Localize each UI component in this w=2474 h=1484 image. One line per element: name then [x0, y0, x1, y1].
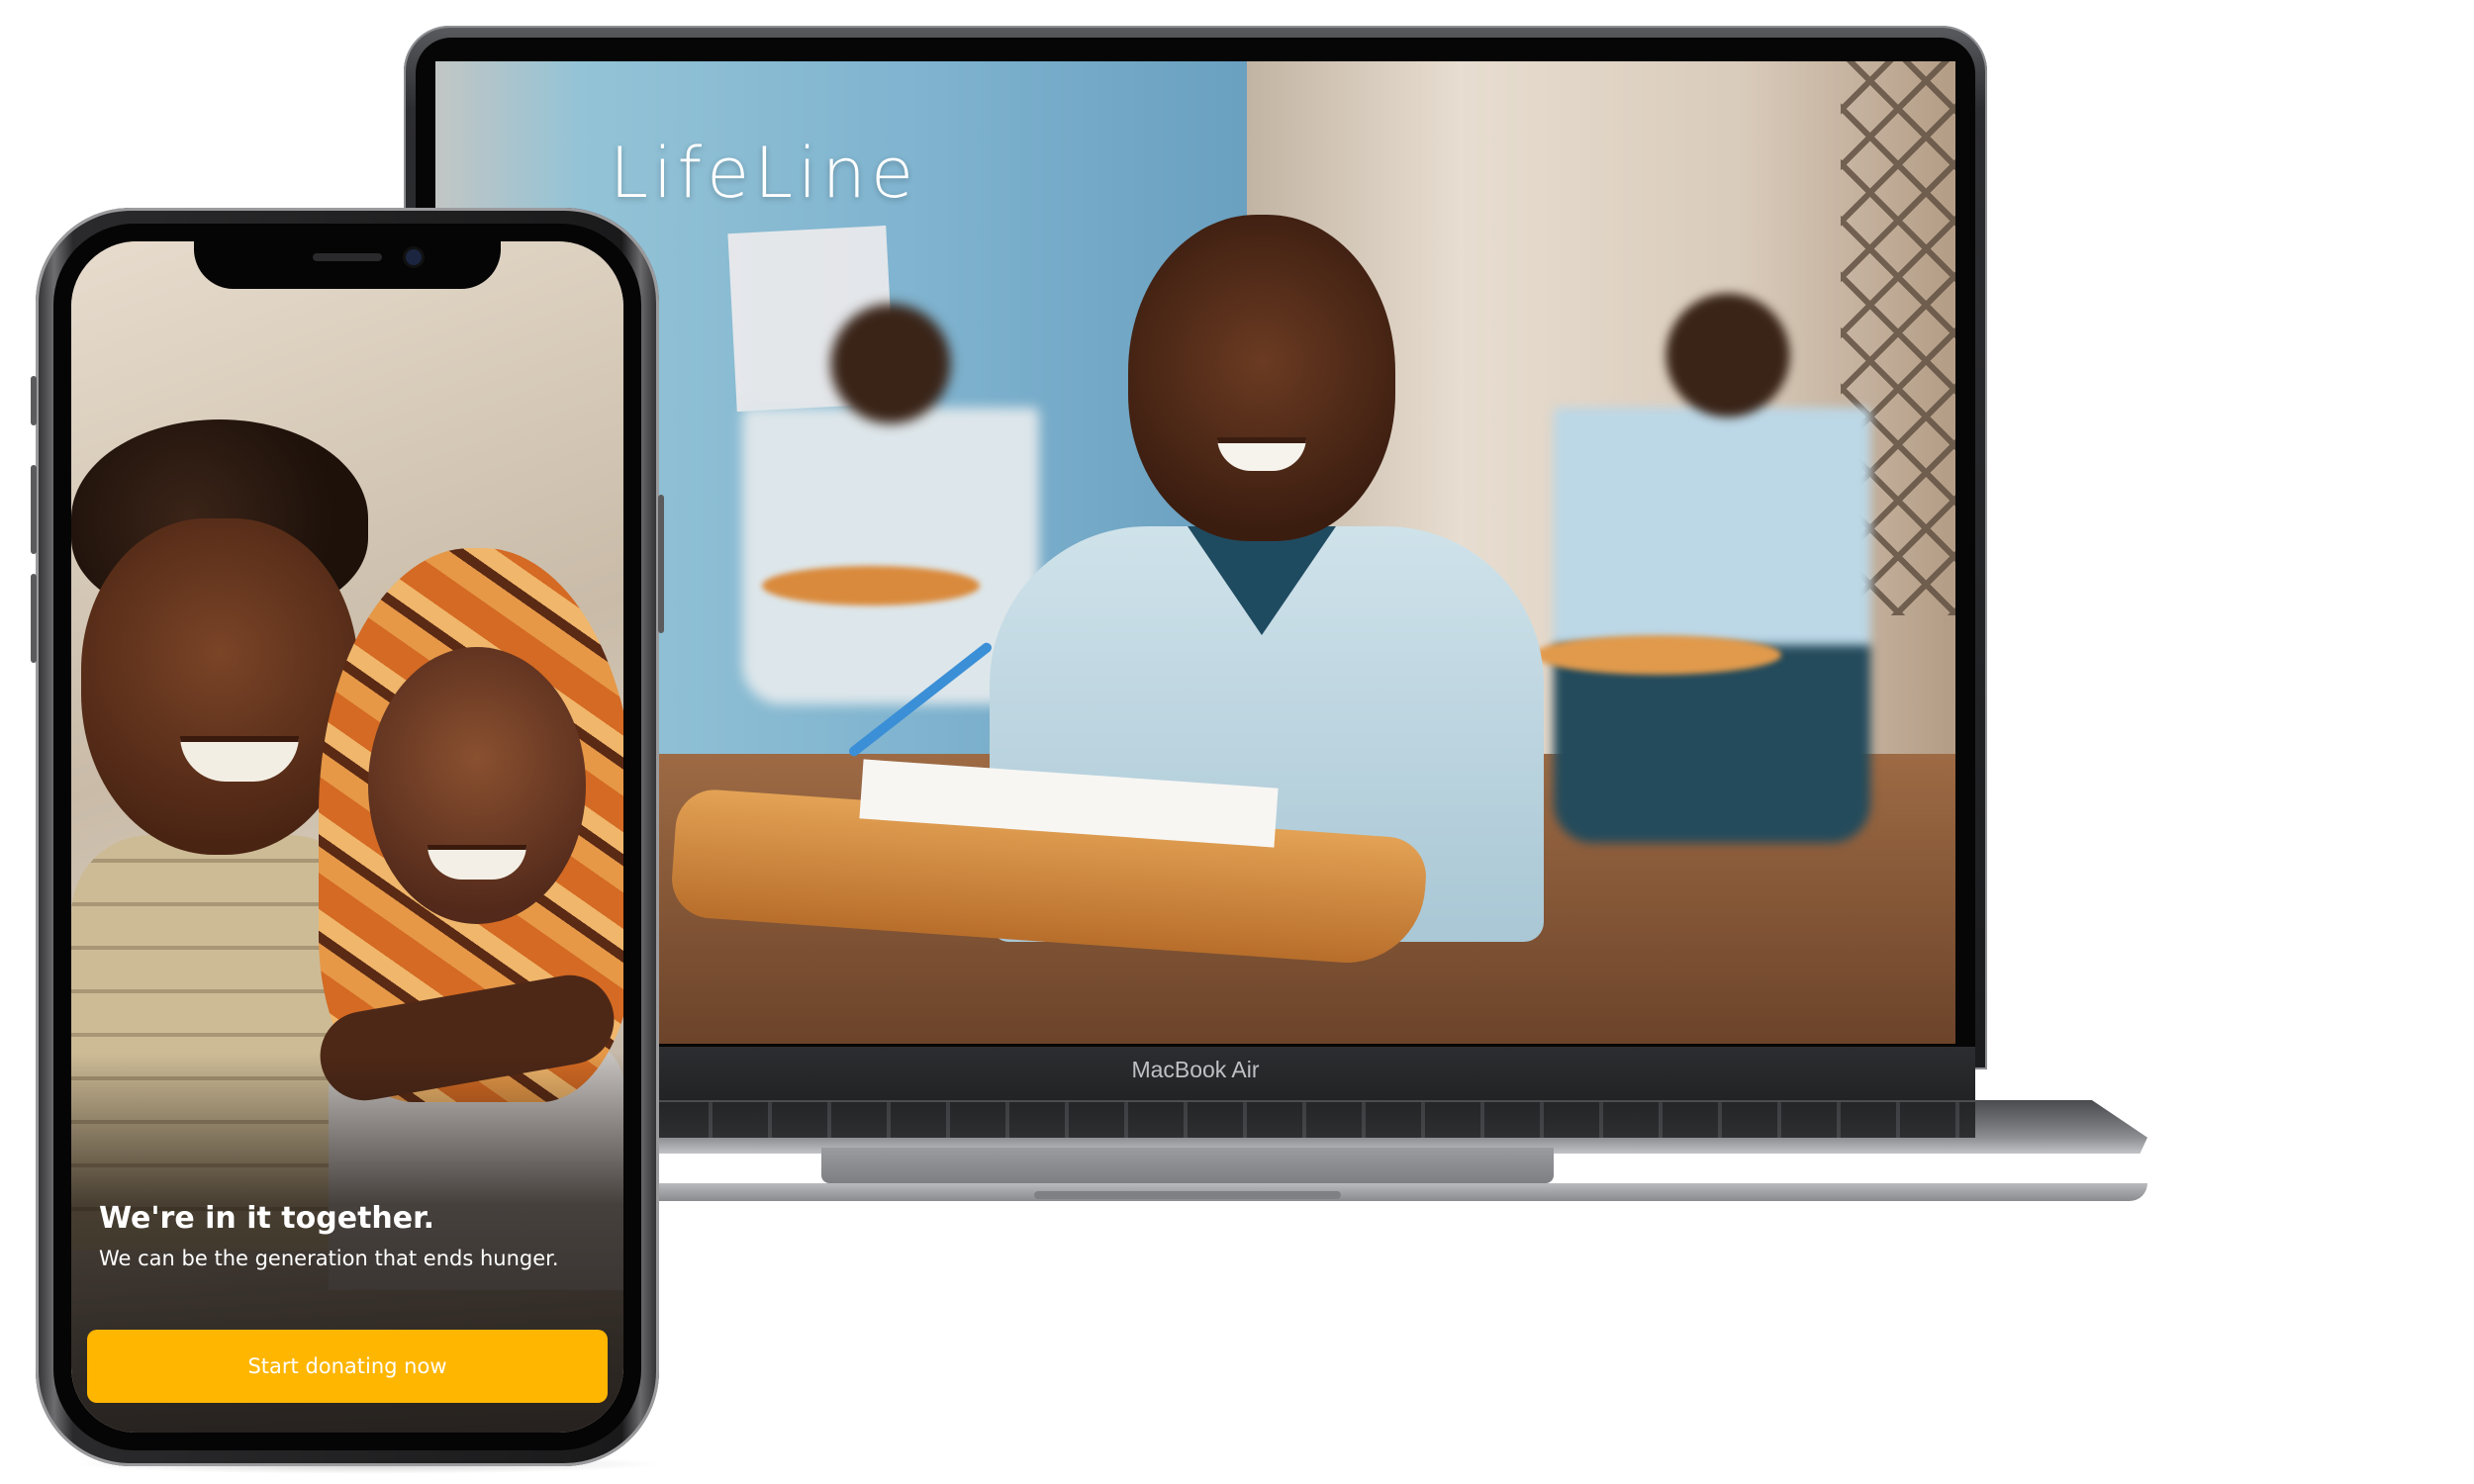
- phone-volume-up-button: [31, 465, 37, 554]
- phone-screen: We're in it together. We can be the gene…: [71, 241, 623, 1433]
- camera-icon: [406, 249, 422, 265]
- hero-headline: We're in it together.: [99, 1201, 435, 1236]
- brand-logo[interactable]: LifeLine: [610, 133, 918, 214]
- phone-power-button: [658, 495, 664, 633]
- start-donating-button[interactable]: Start donating now: [87, 1330, 608, 1403]
- phone-notch: [194, 241, 501, 289]
- hero-subtext: We can be the generation that ends hunge…: [99, 1247, 559, 1270]
- speaker-icon: [313, 253, 382, 261]
- phone-volume-down-button: [31, 574, 37, 663]
- laptop-base-notch: [1034, 1191, 1341, 1199]
- laptop-trackpad: [821, 1148, 1554, 1183]
- phone-silent-switch: [31, 376, 37, 425]
